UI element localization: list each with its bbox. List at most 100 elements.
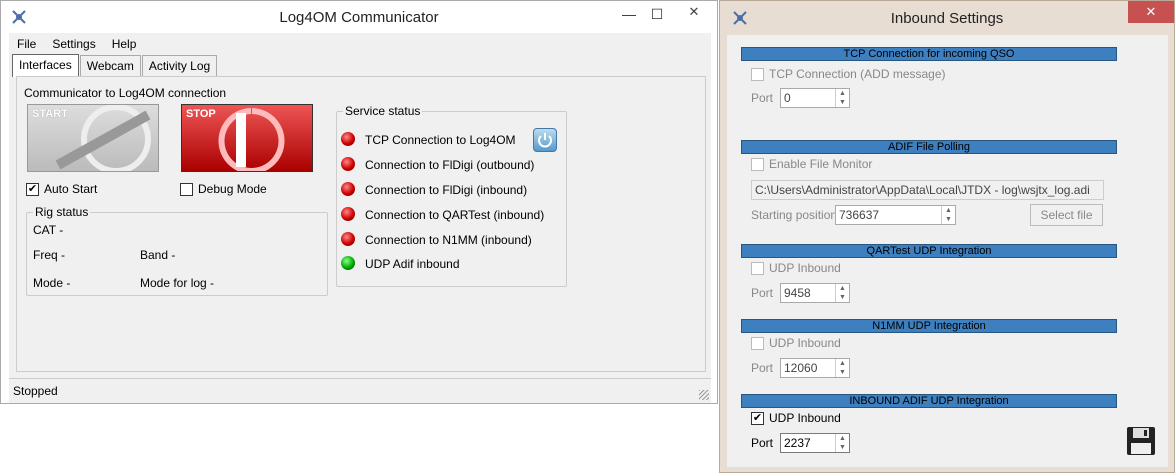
adif-path-input[interactable]: C:\Users\Administrator\AppData\Local\JTD… — [751, 180, 1104, 200]
rig-mode-for-log: Mode for log - — [140, 276, 215, 290]
select-file-button[interactable]: Select file — [1030, 204, 1103, 226]
svc-fldigi-out-label: Connection to FlDigi (outbound) — [365, 158, 535, 172]
qartest-port-value: 9458 — [784, 286, 811, 300]
tcp-connection-checkbox[interactable]: TCP Connection (ADD message) — [751, 67, 946, 81]
debug-mode-label: Debug Mode — [198, 182, 267, 196]
rig-cat: CAT - — [33, 223, 64, 237]
start-button[interactable]: START — [27, 104, 159, 172]
auto-start-checkbox[interactable]: ✔ Auto Start — [26, 182, 97, 196]
menu-help[interactable]: Help — [104, 35, 145, 55]
led-fldigi-out-icon — [341, 157, 355, 171]
tcp-port-label: Port — [751, 91, 774, 105]
title-bar: Log4OM Communicator — ☐ ✕ — [1, 1, 717, 33]
rig-mode: Mode - — [33, 276, 71, 290]
file-monitor-box — [751, 157, 764, 171]
communicator-client: File Settings Help Interfaces Webcam Act… — [9, 33, 711, 403]
rig-status-group: Rig status CAT - Freq - Band - Mode - Mo… — [26, 205, 328, 296]
save-floppy-icon[interactable] — [1125, 425, 1157, 457]
qartest-udp-box — [751, 261, 764, 275]
connection-legend: Communicator to Log4OM connection — [24, 86, 227, 100]
auto-start-label: Auto Start — [44, 182, 98, 196]
stop-button[interactable]: STOP — [181, 104, 313, 172]
spin-arrows-icon[interactable]: ▲ ▼ — [835, 284, 849, 302]
spin-arrows-icon[interactable]: ▲ ▼ — [941, 206, 955, 224]
inbound-title-bar: Inbound Settings ✕ — [720, 1, 1174, 35]
n1mm-section-header: N1MM UDP Integration — [741, 319, 1117, 333]
svc-qartest-label: Connection to QARTest (inbound) — [365, 208, 545, 222]
tab-interfaces[interactable]: Interfaces — [12, 54, 79, 77]
debug-mode-box — [180, 182, 193, 196]
spin-arrows-icon[interactable]: ▲ ▼ — [835, 434, 849, 452]
qartest-section-header: QARTest UDP Integration — [741, 244, 1117, 258]
starting-position-input[interactable]: 736637 ▲ ▼ — [835, 205, 956, 225]
tab-webcam[interactable]: Webcam — [79, 55, 141, 76]
adif-udp-check-icon: ✔ — [751, 411, 764, 425]
status-text: Stopped — [13, 384, 58, 398]
adif-udp-port-label: Port — [751, 436, 774, 450]
qartest-port-input[interactable]: 9458 ▲ ▼ — [780, 283, 850, 303]
led-qartest-icon — [341, 207, 355, 221]
qartest-udp-checkbox[interactable]: UDP Inbound — [751, 261, 841, 275]
tcp-power-button[interactable] — [533, 128, 557, 152]
n1mm-udp-box — [751, 336, 764, 350]
service-status-legend: Service status — [343, 104, 423, 118]
adif-udp-label: UDP Inbound — [769, 411, 841, 425]
led-fldigi-in-icon — [341, 182, 355, 196]
spin-arrows-icon[interactable]: ▲ ▼ — [835, 89, 849, 107]
tcp-port-value: 0 — [784, 91, 791, 105]
svc-udp-adif-label: UDP Adif inbound — [365, 257, 460, 271]
svc-n1mm-label: Connection to N1MM (inbound) — [365, 233, 532, 247]
rig-band: Band - — [140, 248, 176, 262]
tcp-port-input[interactable]: 0 ▲ ▼ — [780, 88, 850, 108]
n1mm-port-input[interactable]: 12060 ▲ ▼ — [780, 358, 850, 378]
inbound-client: TCP Connection for incoming QSO TCP Conn… — [727, 35, 1168, 467]
tcp-connection-label: TCP Connection (ADD message) — [769, 67, 946, 81]
inbound-close-button[interactable]: ✕ — [1128, 1, 1174, 23]
starting-position-label: Starting position — [751, 208, 838, 222]
file-monitor-label: Enable File Monitor — [769, 157, 873, 171]
adif-poll-section-header: ADIF File Polling — [741, 140, 1117, 154]
status-bar: Stopped — [9, 378, 711, 402]
qartest-port-label: Port — [751, 286, 774, 300]
auto-start-check-icon: ✔ — [26, 182, 39, 196]
adif-udp-port-value: 2237 — [784, 436, 811, 450]
tab-strip: Interfaces Webcam Activity Log — [12, 54, 218, 77]
debug-mode-checkbox[interactable]: Debug Mode — [180, 182, 267, 196]
tcp-section-header: TCP Connection for incoming QSO — [741, 47, 1117, 61]
led-n1mm-icon — [341, 232, 355, 246]
spin-arrows-icon[interactable]: ▲ ▼ — [835, 359, 849, 377]
led-tcp-icon — [341, 132, 355, 146]
n1mm-udp-label: UDP Inbound — [769, 336, 841, 350]
power-icon — [538, 133, 552, 148]
led-udp-adif-icon — [341, 256, 355, 270]
stop-label: STOP — [186, 108, 216, 120]
starting-position-value: 736637 — [839, 208, 880, 222]
maximize-button[interactable]: ☐ — [643, 5, 671, 23]
menu-settings[interactable]: Settings — [44, 35, 103, 55]
inbound-settings-window: Inbound Settings ✕ TCP Connection for in… — [719, 0, 1175, 473]
window-title: Log4OM Communicator — [279, 9, 439, 26]
n1mm-port-value: 12060 — [784, 361, 818, 375]
interfaces-panel: Communicator to Log4OM connection START … — [16, 76, 706, 372]
adif-udp-port-input[interactable]: 2237 ▲ ▼ — [780, 433, 850, 453]
rig-freq: Freq - — [33, 248, 66, 262]
start-label: START — [32, 108, 68, 120]
service-status-group: Service status TCP Connection to Log4OM … — [336, 104, 567, 287]
tcp-connection-box — [751, 67, 764, 81]
n1mm-port-label: Port — [751, 361, 774, 375]
qartest-udp-label: UDP Inbound — [769, 261, 841, 275]
tab-activity-log[interactable]: Activity Log — [141, 55, 218, 76]
inbound-title: Inbound Settings — [890, 10, 1004, 27]
file-monitor-checkbox[interactable]: Enable File Monitor — [751, 157, 872, 171]
adif-udp-checkbox[interactable]: ✔ UDP Inbound — [751, 411, 841, 425]
n1mm-udp-checkbox[interactable]: UDP Inbound — [751, 336, 841, 350]
svc-tcp-label: TCP Connection to Log4OM — [365, 133, 516, 147]
communicator-window: Log4OM Communicator — ☐ ✕ File Settings … — [0, 0, 718, 404]
adif-udp-section-header: INBOUND ADIF UDP Integration — [741, 394, 1117, 408]
minimize-button[interactable]: — — [615, 5, 643, 23]
menu-file[interactable]: File — [9, 35, 44, 55]
menu-bar: File Settings Help — [9, 35, 144, 55]
close-button[interactable]: ✕ — [671, 1, 717, 23]
svc-fldigi-in-label: Connection to FlDigi (inbound) — [365, 183, 528, 197]
resize-grip[interactable] — [699, 390, 709, 400]
